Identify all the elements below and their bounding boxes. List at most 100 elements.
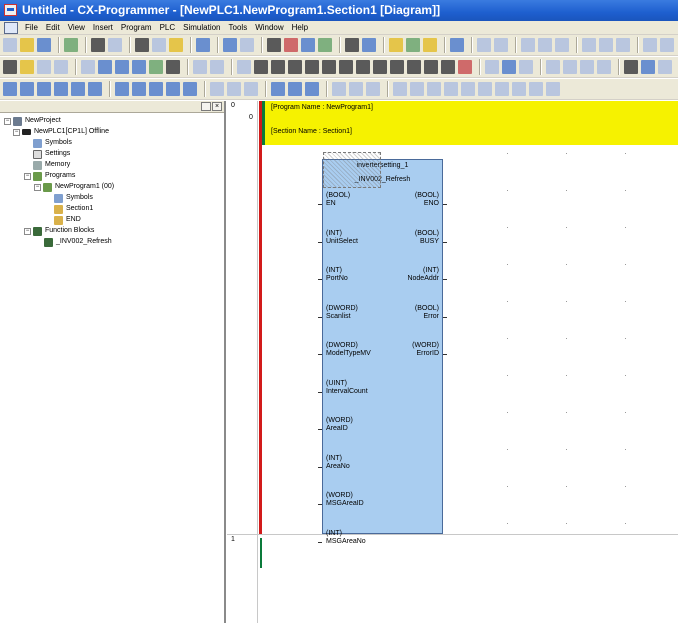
cycle-time-icon[interactable]	[641, 60, 655, 74]
pin-connector[interactable]	[443, 354, 447, 355]
address-reference-tool-icon[interactable]	[54, 82, 68, 96]
tree-node-function-blocks[interactable]: − Function Blocks	[24, 226, 94, 236]
cut-icon[interactable]	[135, 38, 149, 52]
delete-line-icon[interactable]	[458, 60, 472, 74]
output-icon[interactable]	[20, 82, 34, 96]
menu-simulation[interactable]: Simulation	[179, 21, 224, 34]
pin-connector[interactable]	[318, 316, 322, 318]
properties-icon[interactable]	[71, 82, 85, 96]
address-reference-icon[interactable]	[318, 38, 332, 52]
pin-connector[interactable]	[443, 316, 447, 318]
zoom-fit-icon[interactable]	[20, 60, 34, 74]
fb-output-pin[interactable]: (WORD) ErrorID	[412, 342, 439, 358]
zoom-icon[interactable]	[54, 60, 68, 74]
rung-comment-icon[interactable]	[132, 60, 146, 74]
sim-monitor-icon[interactable]	[366, 82, 380, 96]
fb-input-pin[interactable]: (INT) PortNo	[326, 267, 348, 283]
vertical-line-icon[interactable]	[322, 60, 336, 74]
tree-node-program[interactable]: − NewProgram1 (00)	[34, 182, 114, 192]
pin-connector[interactable]	[318, 279, 322, 280]
io-comment-icon[interactable]	[183, 82, 197, 96]
next-bookmark-icon[interactable]	[288, 82, 302, 96]
fb-output-pin[interactable]: (BOOL) ENO	[415, 192, 439, 208]
menu-view[interactable]: View	[64, 21, 89, 34]
sim-settings-icon[interactable]	[349, 82, 363, 96]
print-preview-icon[interactable]	[108, 38, 122, 52]
scan-run-icon[interactable]	[512, 82, 526, 96]
fb-input-pin[interactable]: (BOOL) EN	[326, 192, 350, 208]
cross-reference-icon[interactable]	[301, 38, 315, 52]
pin-connector[interactable]	[318, 466, 322, 468]
pin-connector[interactable]	[318, 429, 322, 430]
ladder-icon[interactable]	[210, 60, 224, 74]
fb-input-pin[interactable]: (WORD) MSGAreaID	[326, 492, 364, 508]
tree-node-fb-item[interactable]: _INV002_Refresh	[44, 237, 112, 247]
grid-toggle-icon[interactable]	[81, 60, 95, 74]
step-run-icon[interactable]	[478, 82, 492, 96]
line-connect-icon[interactable]	[441, 60, 455, 74]
menu-program[interactable]: Program	[117, 21, 156, 34]
fb-input-pin[interactable]: (DWORD) Scanlist	[326, 305, 358, 321]
fb-input-pin[interactable]: (INT) UnitSelect	[326, 230, 358, 246]
tree-node-symbols[interactable]: Symbols	[33, 138, 72, 148]
io-table-icon[interactable]	[546, 60, 560, 74]
memory-icon[interactable]	[580, 60, 594, 74]
monitor-mode-icon[interactable]	[616, 38, 630, 52]
tree-node-program-symbols[interactable]: Symbols	[54, 193, 93, 203]
watch-icon[interactable]	[37, 82, 51, 96]
fb-instance-name[interactable]: invertersetting_1	[323, 162, 442, 169]
pin-connector[interactable]	[443, 241, 447, 243]
step-over-icon[interactable]	[410, 82, 424, 96]
tree-node-memory[interactable]: Memory	[33, 160, 70, 170]
fb-input-pin[interactable]: (INT) MSGAreaNo	[326, 530, 366, 546]
replace-icon[interactable]	[196, 38, 210, 52]
output-window-icon[interactable]	[423, 38, 437, 52]
monitor-icon[interactable]	[538, 38, 552, 52]
horizontal-line-icon[interactable]	[339, 60, 353, 74]
function-block[interactable]: invertersetting_1 _INV002_Refresh (BOOL)…	[318, 152, 447, 545]
compare-icon[interactable]	[64, 38, 78, 52]
settings-icon[interactable]	[563, 60, 577, 74]
fb-input-pin[interactable]: (DWORD) ModelTypeMV	[326, 342, 371, 358]
online-edit-icon[interactable]	[485, 60, 499, 74]
pin-connector[interactable]	[443, 279, 447, 280]
fb-output-pin[interactable]: (INT) NodeAddr	[407, 267, 439, 283]
continuous-step-icon[interactable]	[546, 82, 560, 96]
list-icon[interactable]	[115, 60, 129, 74]
collapse-icon[interactable]: −	[24, 172, 31, 180]
clear-bookmark-icon[interactable]	[305, 82, 319, 96]
menu-window[interactable]: Window	[251, 21, 287, 34]
bookmark-icon[interactable]	[271, 82, 285, 96]
tree-node-plc[interactable]: − NewPLC1[CP1L] Offline	[13, 127, 109, 137]
paste-icon[interactable]	[169, 38, 183, 52]
grid-icon[interactable]	[643, 38, 657, 52]
binary-icon[interactable]	[244, 82, 258, 96]
help-icon[interactable]	[345, 38, 359, 52]
play-icon[interactable]	[427, 82, 441, 96]
transfer-icon[interactable]	[555, 38, 569, 52]
tree-node-section[interactable]: Section1	[54, 204, 93, 214]
menu-file[interactable]: File	[21, 21, 42, 34]
transfer-edit-icon[interactable]	[502, 60, 516, 74]
instruction-block-icon[interactable]	[390, 60, 404, 74]
fb-call-icon[interactable]	[407, 60, 421, 74]
copy-icon[interactable]	[152, 38, 166, 52]
fb-input-pin[interactable]: (UINT) IntervalCount	[326, 380, 368, 396]
zoom-out-icon[interactable]	[3, 60, 17, 74]
collapse-icon[interactable]: −	[4, 117, 11, 125]
ladder-diagram[interactable]: [Program Name : NewProgram1] [Section Na…	[227, 101, 678, 623]
tree-node-project[interactable]: − NewProject	[4, 116, 61, 126]
coil-icon[interactable]	[356, 60, 370, 74]
mnemonic-icon[interactable]	[193, 60, 207, 74]
run-icon[interactable]	[477, 38, 491, 52]
decimal-icon[interactable]	[210, 82, 224, 96]
find-replace-icon[interactable]	[284, 38, 298, 52]
find-icon[interactable]	[267, 38, 281, 52]
closed-coil-icon[interactable]	[373, 60, 387, 74]
dock-icon[interactable]	[201, 102, 211, 111]
menu-insert[interactable]: Insert	[89, 21, 117, 34]
pin-connector[interactable]	[318, 204, 322, 205]
hex-icon[interactable]	[227, 82, 241, 96]
pause-icon[interactable]	[494, 38, 508, 52]
online-icon[interactable]	[521, 38, 535, 52]
